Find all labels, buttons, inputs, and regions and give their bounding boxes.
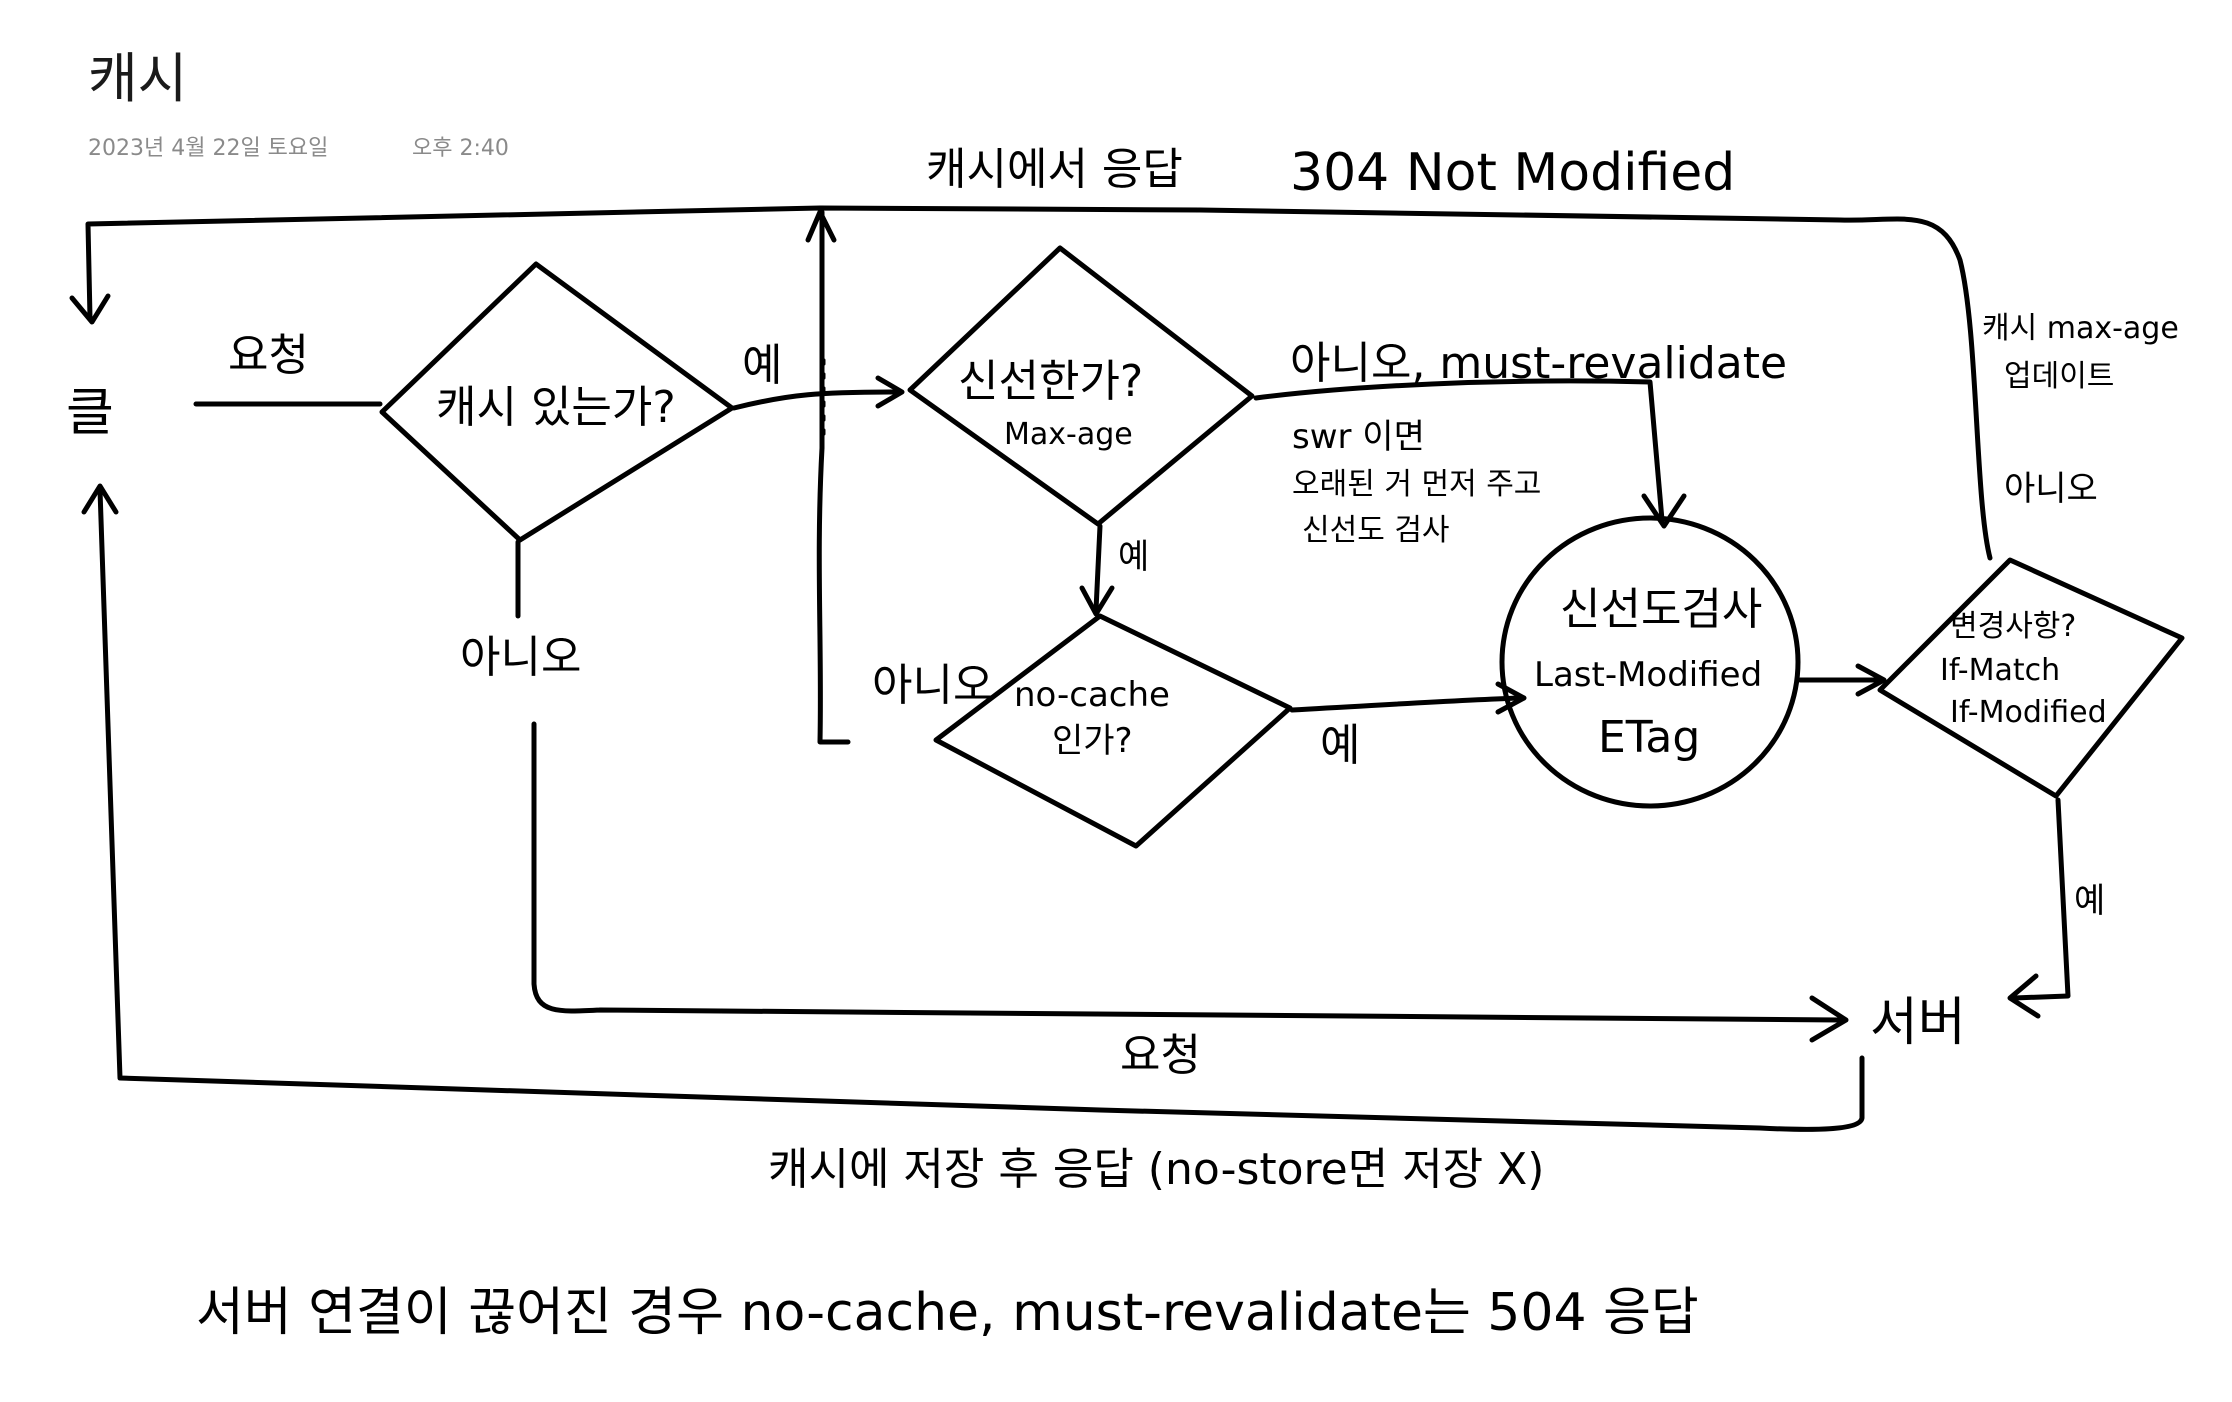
swr-line2: 오래된 거 먼저 주고 [1292,467,1541,502]
changed-label-2: If-Match [1940,653,2060,688]
request-label: 요청 [228,330,309,381]
cache-yes-label: 예 [742,340,782,391]
changed-label-3: If-Modified [1950,695,2107,730]
server-label: 서버 [1870,993,1966,1053]
flowchart-canvas: 클 요청 캐시 있는가? 예 아니오 신선한가? Max-age 아니오, mu… [66,143,2185,1343]
cache-exists-label: 캐시 있는가? [436,382,676,433]
fresh-yes-label: 예 [1118,537,1149,577]
footnote: 서버 연결이 끊어진 경우 no-cache, must-revalidate는… [196,1283,1699,1343]
fresh-yes-line [1093,523,1103,613]
top-304-label: 304 Not Modified [1290,143,1735,203]
cache-no-label: 아니오 [460,632,581,683]
top-response-label: 캐시에서 응답 [926,144,1183,195]
swr-line1: swr 이면 [1292,417,1425,457]
bottom-store-label: 캐시에 저장 후 응답 (no-store면 저장 X) [768,1144,1544,1195]
nocache-label: no-cache [1014,675,1170,715]
changed-label-1: 변경사항? [1950,609,2076,644]
cache-yes-to-fresh-line [731,389,903,411]
cache-no-line [531,721,1843,1023]
revalidation-label-1: 신선도검사 [1560,584,1762,635]
no-cache-no-up-line [816,209,851,745]
nocache-no-label: 아니오 [872,660,993,711]
fresh-no-label: 아니오, must-revalidate [1290,338,1787,389]
fresh-label: 신선한가? [958,356,1143,407]
changed-yes-label: 예 [2074,881,2105,921]
bottom-request-label: 요청 [1120,1030,1201,1081]
nocache-yes-label: 예 [1320,720,1360,771]
nocache-yes-line [1289,695,1523,713]
fresh-sub-label: Max-age [1004,417,1133,452]
revalidation-label-2: Last-Modified [1534,655,1762,695]
swr-line3: 신선도 검사 [1302,513,1450,548]
cache-update-label-2: 업데이트 [2004,359,2114,394]
revalidation-label-3: ETag [1598,712,1700,763]
cache-update-label-1: 캐시 max-age [1982,311,2179,346]
client-label: 클 [66,383,114,443]
changed-no-label: 아니오 [2004,469,2098,509]
nocache-label-2: 인가? [1052,721,1133,761]
changed-yes-line [2011,797,2071,1001]
